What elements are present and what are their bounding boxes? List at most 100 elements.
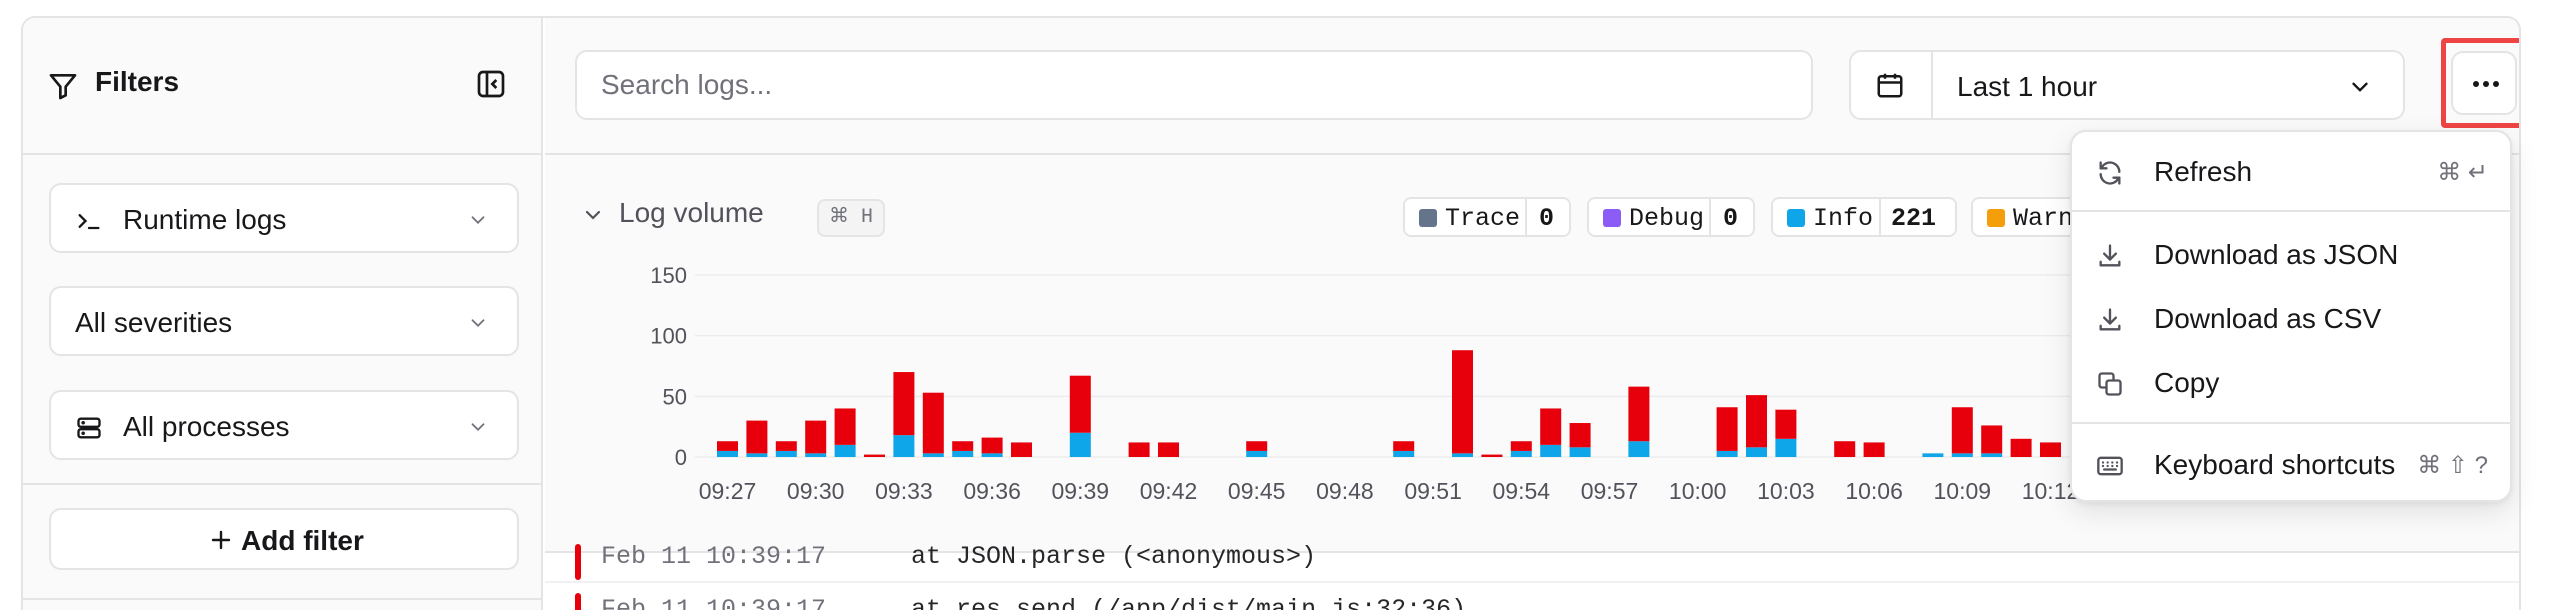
- x-tick-label: 09:33: [875, 478, 933, 504]
- severity-bar: [575, 593, 581, 610]
- bar-error: [775, 441, 797, 451]
- filters-header: Filters: [23, 18, 543, 155]
- log-message: at JSON.parse (<anonymous>): [911, 542, 1317, 571]
- bar-error: [1540, 408, 1562, 445]
- plus-icon: [209, 528, 233, 557]
- bar-info: [1540, 444, 1562, 457]
- bar-info: [952, 450, 974, 457]
- bar-error: [1981, 425, 2003, 454]
- collapse-sidebar-icon[interactable]: [475, 68, 507, 105]
- log-timestamp: Feb 11 10:39:17: [601, 595, 827, 610]
- x-tick-label: 10:09: [1934, 478, 1992, 504]
- process-select[interactable]: All processes: [49, 390, 519, 460]
- bar-error: [893, 372, 915, 436]
- log-volume-title[interactable]: Log volume: [619, 197, 764, 229]
- time-range-select[interactable]: Last 1 hour: [1849, 50, 2405, 120]
- more-options-inner[interactable]: [2451, 51, 2517, 115]
- menu-item-shortcut: ⌘ ↵: [2437, 159, 2488, 186]
- filters-sidebar: Filters Runtime logs All severities All …: [23, 18, 543, 610]
- bar-error: [1158, 442, 1179, 457]
- search-input[interactable]: [575, 50, 1813, 120]
- legend-separator: [1709, 199, 1711, 235]
- chevron-down-icon[interactable]: [581, 203, 605, 232]
- bar-info: [981, 453, 1003, 457]
- time-range-label: Last 1 hour: [1957, 71, 2098, 102]
- legend-trace[interactable]: Trace 0: [1403, 197, 1571, 237]
- log-source-select[interactable]: Runtime logs: [49, 183, 519, 253]
- log-list: Feb 11 10:39:17 at JSON.parse (<anonymou…: [545, 542, 2519, 610]
- legend-separator: [1879, 199, 1881, 235]
- bar-error: [952, 441, 974, 451]
- bar-info: [717, 450, 738, 457]
- bar-error: [1863, 442, 1885, 457]
- more-options-menu: Refresh ⌘ ↵ Download as JSON Download as…: [2070, 130, 2512, 502]
- bar-error: [1716, 407, 1738, 451]
- menu-item-label: Keyboard shortcuts: [2154, 449, 2396, 480]
- bar-error: [1628, 386, 1650, 442]
- legend-name: Trace: [1445, 204, 1521, 233]
- more-horizontal-icon: [2473, 81, 2499, 87]
- copy-icon: [2096, 370, 2124, 403]
- menu-item-keyboard-shortcuts[interactable]: Keyboard shortcuts ⌘ ⇧ ?: [2080, 437, 2504, 493]
- legend-name: Debug: [1629, 204, 1705, 233]
- x-tick-label: 09:51: [1404, 478, 1462, 504]
- menu-item-download-csv[interactable]: Download as CSV: [2080, 291, 2504, 347]
- bar-info: [1069, 432, 1091, 457]
- menu-item-download-json[interactable]: Download as JSON: [2080, 227, 2504, 283]
- severity-select[interactable]: All severities: [49, 286, 519, 356]
- menu-divider: [2072, 422, 2510, 424]
- bar-info: [805, 453, 827, 457]
- bar-error: [1951, 407, 1973, 454]
- bar-info: [1951, 453, 1973, 457]
- bar-error: [2010, 438, 2032, 457]
- chevron-down-icon: [467, 209, 489, 236]
- warn-swatch: [1987, 209, 2005, 227]
- menu-item-label: Download as CSV: [2154, 303, 2382, 334]
- bar-error: [805, 420, 827, 454]
- bar-error: [864, 454, 885, 457]
- bar-info: [1922, 453, 1944, 457]
- bar-info: [1452, 453, 1473, 457]
- bar-error: [1452, 350, 1473, 454]
- row-divider: [545, 581, 2519, 583]
- bar-info: [834, 444, 856, 457]
- menu-item-label: Copy: [2154, 367, 2220, 398]
- refresh-icon: [2096, 159, 2124, 192]
- menu-item-shortcut: ⌘ ⇧ ?: [2417, 452, 2488, 479]
- bar-info: [1393, 450, 1415, 457]
- log-message: at res.send (/app/dist/main.js:32:36): [911, 595, 1467, 610]
- menu-item-refresh[interactable]: Refresh ⌘ ↵: [2080, 144, 2504, 200]
- bar-info: [1628, 441, 1650, 457]
- server-icon: [75, 414, 103, 447]
- bar-error: [1128, 442, 1150, 457]
- menu-item-copy[interactable]: Copy: [2080, 355, 2504, 411]
- bar-error: [981, 437, 1003, 454]
- legend-info[interactable]: Info 221: [1771, 197, 1957, 237]
- x-tick-label: 09:30: [787, 478, 845, 504]
- debug-swatch: [1603, 209, 1621, 227]
- menu-item-label: Refresh: [2154, 156, 2253, 187]
- bar-info: [1746, 447, 1767, 457]
- bar-error: [717, 441, 738, 451]
- calendar-button[interactable]: [1851, 52, 1933, 118]
- x-tick-label: 10:00: [1669, 478, 1727, 504]
- x-tick-label: 10:03: [1757, 478, 1815, 504]
- x-tick-label: 09:27: [699, 478, 757, 504]
- x-tick-label: 09:45: [1228, 478, 1286, 504]
- add-filter-button[interactable]: Add filter: [49, 508, 519, 570]
- bar-info: [746, 453, 768, 457]
- severity-label: All severities: [75, 307, 233, 338]
- log-row[interactable]: Feb 11 10:39:17 at res.send (/app/dist/m…: [545, 589, 2519, 610]
- bar-error: [2040, 442, 2061, 457]
- y-tick-label: 50: [663, 384, 687, 409]
- chevron-down-icon: [467, 312, 489, 339]
- legend-separator: [1525, 199, 1527, 235]
- filters-title: Filters: [95, 66, 180, 97]
- bar-info: [893, 435, 915, 457]
- chevron-down-icon: [467, 416, 489, 443]
- sidebar-divider: [23, 483, 543, 485]
- legend-debug[interactable]: Debug 0: [1587, 197, 1755, 237]
- bar-error: [834, 408, 856, 445]
- more-options-button[interactable]: [2441, 38, 2519, 128]
- severity-bar: [575, 544, 581, 580]
